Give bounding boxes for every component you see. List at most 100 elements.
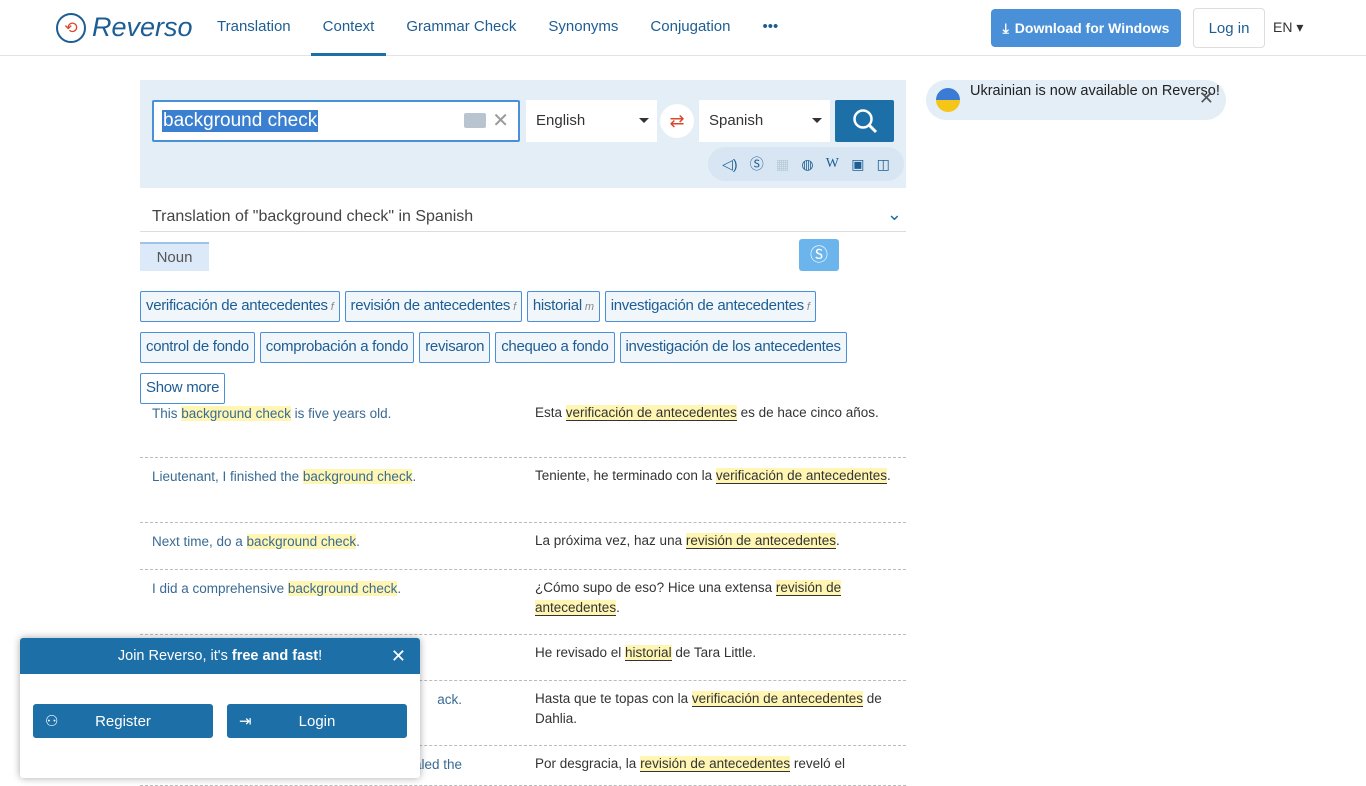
example-text: . <box>835 533 840 548</box>
chip-text: comprobación a fondo <box>265 338 409 355</box>
example-text: Next time, do a <box>152 534 247 549</box>
example-text: Hasta que te topas con la <box>535 691 692 706</box>
translation-chip[interactable]: verificación de antecedentes f <box>140 291 340 322</box>
pos-tab-noun[interactable]: Noun <box>140 242 209 271</box>
example-text: ¿Cómo supo de eso? Hice una extensa <box>535 580 776 595</box>
gender-label: f <box>513 301 516 313</box>
example-source: Next time, do a background check. <box>152 532 512 552</box>
highlighted-term: background check <box>181 406 291 421</box>
popup-header: Join Reverso, it's free and fast! ✕ <box>20 638 420 674</box>
example-text: reveló el <box>790 756 845 771</box>
chip-text: revisión de antecedentes <box>350 297 511 314</box>
example-source: I did a comprehensive background check. <box>152 579 512 599</box>
chevron-down-icon <box>639 118 649 128</box>
logo[interactable]: ⟲ Reverso <box>56 12 193 43</box>
swap-languages-button[interactable]: ⇄ <box>660 104 694 138</box>
gender-label: f <box>330 301 334 313</box>
translation-chip[interactable]: control de fondo <box>140 332 255 363</box>
example-text: . <box>412 469 417 484</box>
example-text: Esta <box>535 405 566 420</box>
close-icon[interactable]: ✕ <box>391 638 406 674</box>
main-nav: Translation Context Grammar Check Synonyms C… <box>205 0 798 56</box>
search-panel: background check ✕ English ⇄ Spanish ◁) Ⓢ ▦… <box>140 80 906 188</box>
example-row: I did a comprehensive background check. ¿… <box>140 570 906 635</box>
nav-grammar-check[interactable]: Grammar Check <box>394 0 528 56</box>
keyboard-icon[interactable] <box>464 113 486 128</box>
clear-icon[interactable]: ✕ <box>492 108 509 133</box>
close-icon[interactable]: ✕ <box>1199 89 1214 107</box>
translation-chip[interactable]: investigación de antecedentes f <box>604 291 816 322</box>
highlighted-term: verificación de antecedentes <box>565 405 737 421</box>
join-popup: Join Reverso, it's free and fast! ✕ ⚇ Regi… <box>20 638 420 778</box>
example-text: He revisado el <box>535 645 626 660</box>
highlighted-term: background check <box>302 469 413 484</box>
example-text: Teniente, he terminado con la <box>535 468 716 483</box>
book-icon[interactable]: ◫ <box>877 156 890 173</box>
translation-chip[interactable]: revisión de antecedentes f <box>344 291 522 322</box>
source-language-select[interactable]: English <box>526 100 657 142</box>
chip-text: verificación de antecedentes <box>146 297 328 314</box>
ukraine-flag-icon <box>936 88 960 112</box>
nav-synonyms[interactable]: Synonyms <box>536 0 630 56</box>
highlighted-term: historial <box>625 645 672 661</box>
gender-label: m <box>584 301 594 313</box>
register-button[interactable]: ⚇ Register <box>33 704 213 738</box>
chip-text: control de fondo <box>146 338 249 355</box>
translation-chip[interactable]: revisaron <box>419 332 491 363</box>
highlighted-term: verificación de antecedentes <box>715 468 887 484</box>
example-target: Teniente, he terminado con la verificaci… <box>535 466 900 486</box>
example-target: ¿Cómo supo de eso? Hice una extensa revi… <box>535 578 900 618</box>
example-text: This <box>152 406 182 421</box>
login-button[interactable]: ⇥ Login <box>227 704 407 738</box>
example-text: de Tara Little. <box>671 645 757 660</box>
search-button[interactable] <box>835 100 894 142</box>
highlighted-term: verificación de antecedentes <box>691 691 863 707</box>
example-target: Por desgracia, la revisión de antecedent… <box>535 754 900 774</box>
synonyms-button[interactable]: Ⓢ <box>799 239 839 271</box>
translation-header[interactable]: Translation of "background check" in Spa… <box>140 200 906 232</box>
wikipedia-icon[interactable]: W <box>826 156 839 172</box>
language-select[interactable]: EN ▾ <box>1273 19 1303 36</box>
ukrainian-notice: Ukrainian is now available on Reverso! ✕ <box>926 80 1226 120</box>
chip-text: chequeo a fondo <box>501 338 609 355</box>
highlighted-term: background check <box>287 581 398 596</box>
download-icon: ⤓ <box>1002 19 1009 36</box>
translation-chip[interactable]: chequeo a fondo <box>495 332 615 363</box>
toolbar: ◁) Ⓢ ▦ ◍ W ▣ ◫ <box>708 147 904 181</box>
chip-text: historial <box>532 297 582 314</box>
nav-conjugation[interactable]: Conjugation <box>638 0 742 56</box>
example-row: Lieutenant, I finished the background ch… <box>140 458 906 523</box>
translation-chip[interactable]: investigación de los antecedentes <box>619 332 847 363</box>
chip-text: Show more <box>146 379 220 396</box>
grid-icon[interactable]: ▦ <box>776 156 789 173</box>
gender-label: f <box>806 301 810 313</box>
download-button[interactable]: ⤓ Download for Windows <box>991 9 1181 47</box>
example-text: I did a comprehensive <box>152 581 288 596</box>
login-button[interactable]: Log in <box>1193 8 1265 48</box>
image-icon[interactable]: ▣ <box>851 156 864 173</box>
example-row: Next time, do a background check. La próx… <box>140 523 906 570</box>
highlighted-term: revisión de antecedentes <box>640 756 791 772</box>
chevron-down-icon[interactable]: ⌄ <box>887 204 902 225</box>
search-input[interactable]: background check ✕ <box>152 100 520 142</box>
translation-chip[interactable]: comprobación a fondo <box>259 332 415 363</box>
example-source: This background check is five years old. <box>152 404 512 424</box>
example-text: . <box>356 534 360 549</box>
target-language-select[interactable]: Spanish <box>699 100 830 142</box>
highlighted-term: background check <box>246 534 357 549</box>
example-text: . <box>616 600 620 615</box>
chip-text: revisaron <box>425 338 485 355</box>
globe-icon[interactable]: ◍ <box>801 156 813 173</box>
example-text: is five years old. <box>290 406 392 421</box>
synonyms-icon[interactable]: Ⓢ <box>750 154 764 174</box>
speaker-icon[interactable]: ◁) <box>722 156 737 173</box>
translation-chip[interactable]: historial m <box>526 291 600 322</box>
nav-translation[interactable]: Translation <box>205 0 303 56</box>
highlighted-term: revisión de antecedentes <box>685 533 836 549</box>
reverso-logo-icon: ⟲ <box>56 12 86 43</box>
example-text: . <box>887 468 891 483</box>
example-target: He revisado el historial de Tara Little. <box>535 643 900 663</box>
nav-more[interactable]: ••• <box>750 0 790 56</box>
example-text: Por desgracia, la <box>535 756 641 771</box>
nav-context[interactable]: Context <box>310 0 387 56</box>
